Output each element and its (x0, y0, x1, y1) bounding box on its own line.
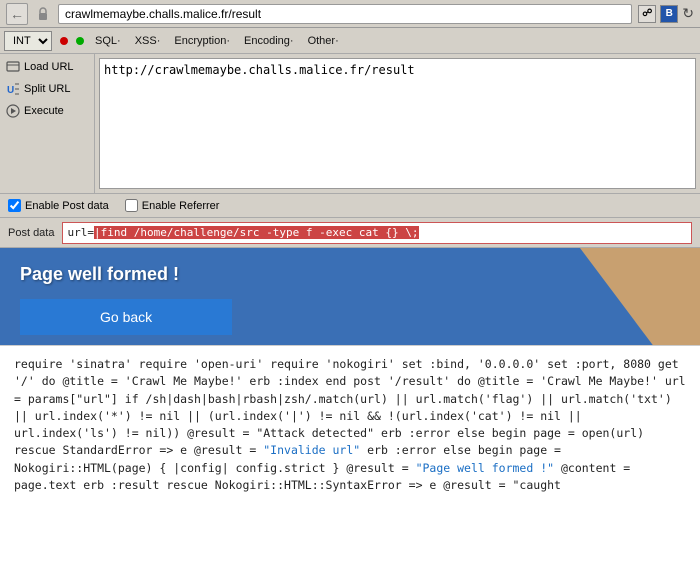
go-back-button[interactable]: Go back (20, 299, 232, 335)
address-bar[interactable]: crawlmemaybe.challs.malice.fr/result (58, 4, 632, 24)
reload-button[interactable]: ↻ (682, 5, 694, 22)
code-area: require 'sinatra' require 'open-uri' req… (0, 345, 700, 581)
enable-referrer-label[interactable]: Enable Referrer (125, 199, 220, 212)
url-text: crawlmemaybe.challs.malice.fr/result (65, 7, 261, 21)
main-area: Load URL U Split URL Execute (0, 54, 700, 194)
brown-triangle-decoration (580, 248, 700, 345)
lock-icon (34, 5, 52, 23)
b-icon[interactable]: B (660, 5, 678, 23)
url-input[interactable] (99, 58, 696, 189)
red-dot-icon (60, 37, 68, 45)
page-content: Page well formed ! Go back (0, 248, 700, 345)
back-button[interactable]: ← (6, 3, 28, 25)
split-url-label: Split URL (24, 83, 70, 95)
load-url-icon (6, 60, 20, 74)
enable-post-data-checkbox[interactable] (8, 199, 21, 212)
int-select[interactable]: INT (4, 31, 52, 51)
postdata-highlighted: |find /home/challenge/src -type f -exec … (94, 226, 419, 239)
enable-post-data-label[interactable]: Enable Post data (8, 199, 109, 212)
enable-referrer-checkbox[interactable] (125, 199, 138, 212)
well-formed-text: Page well formed ! (0, 248, 199, 293)
execute-label: Execute (24, 105, 64, 117)
enable-post-data-text: Enable Post data (25, 200, 109, 212)
encryption-menu[interactable]: Encryption· (171, 34, 233, 48)
postdata-label: Post data (8, 227, 54, 239)
split-url-icon: U (6, 82, 20, 96)
page-section: Page well formed ! Go back require 'sina… (0, 248, 700, 581)
encoding-menu[interactable]: Encoding· (241, 34, 297, 48)
execute-button[interactable]: Execute (2, 102, 92, 120)
postdata-prefix: url= (67, 226, 94, 239)
browser-icons: ☍ B ↻ (638, 5, 694, 23)
split-url-button[interactable]: U Split URL (2, 80, 92, 98)
load-url-button[interactable]: Load URL (2, 58, 92, 76)
sql-menu[interactable]: SQL· (92, 34, 124, 48)
xss-menu[interactable]: XSS· (132, 34, 164, 48)
url-area (95, 54, 700, 193)
postdata-row: Post data url=|find /home/challenge/src … (0, 218, 700, 248)
code-text: require 'sinatra' require 'open-uri' req… (14, 357, 686, 492)
load-url-label: Load URL (24, 61, 74, 73)
side-toolbar: Load URL U Split URL Execute (0, 54, 95, 193)
browser-bar: ← crawlmemaybe.challs.malice.fr/result ☍… (0, 0, 700, 28)
svg-text:U: U (7, 85, 14, 96)
toolbar: INT SQL· XSS· Encryption· Encoding· Othe… (0, 28, 700, 54)
options-row: Enable Post data Enable Referrer (0, 194, 700, 218)
execute-icon (6, 104, 20, 118)
bookmark-icon[interactable]: ☍ (638, 5, 656, 23)
green-dot-icon (76, 37, 84, 45)
other-menu[interactable]: Other· (305, 34, 342, 48)
enable-referrer-text: Enable Referrer (142, 200, 220, 212)
